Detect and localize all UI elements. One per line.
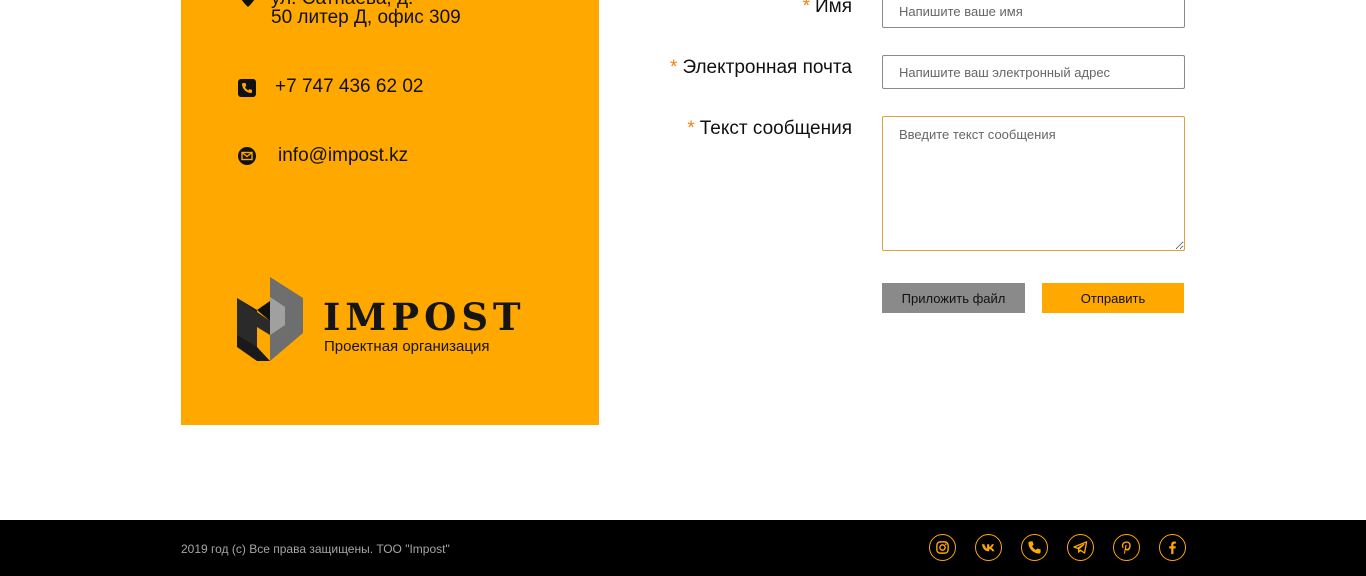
message-label: * Текст сообщения — [687, 118, 852, 139]
address-line-2: 50 литер Д, офис 309 — [271, 7, 461, 28]
facebook-icon[interactable] — [1159, 534, 1186, 561]
required-mark: * — [802, 0, 810, 17]
name-label: * Имя — [803, 0, 852, 18]
vk-icon[interactable] — [975, 534, 1002, 561]
logo-mark-icon — [237, 277, 303, 361]
logo-name: IMPOST — [323, 295, 526, 339]
required-mark: * — [687, 118, 695, 139]
phone-icon — [238, 79, 256, 97]
message-textarea[interactable] — [882, 116, 1185, 251]
telegram-icon[interactable] — [1067, 534, 1094, 561]
phone-number[interactable]: +7 747 436 62 02 — [275, 76, 423, 98]
location-pin-icon — [241, 0, 255, 7]
phone-icon[interactable] — [1021, 534, 1048, 561]
email-address[interactable]: info@impost.kz — [278, 145, 408, 167]
pinterest-icon[interactable] — [1113, 534, 1140, 561]
email-icon — [238, 147, 256, 165]
attach-file-button[interactable]: Приложить файл — [882, 283, 1025, 313]
copyright-text: 2019 год (c) Все права защищены. ТОО "Im… — [181, 542, 450, 556]
contact-info-panel: ул. Сатпаева, д. 50 литер Д, офис 309 +7… — [181, 0, 599, 425]
email-label: * Электронная почта — [670, 57, 852, 78]
footer: 2019 год (c) Все права защищены. ТОО "Im… — [0, 520, 1366, 576]
name-input[interactable] — [882, 0, 1185, 28]
email-input[interactable] — [882, 55, 1185, 89]
instagram-icon[interactable] — [929, 534, 956, 561]
send-button[interactable]: Отправить — [1042, 283, 1184, 313]
company-logo[interactable]: IMPOST Проектная организация — [237, 277, 527, 361]
required-mark: * — [670, 57, 678, 78]
logo-tagline: Проектная организация — [324, 338, 490, 355]
